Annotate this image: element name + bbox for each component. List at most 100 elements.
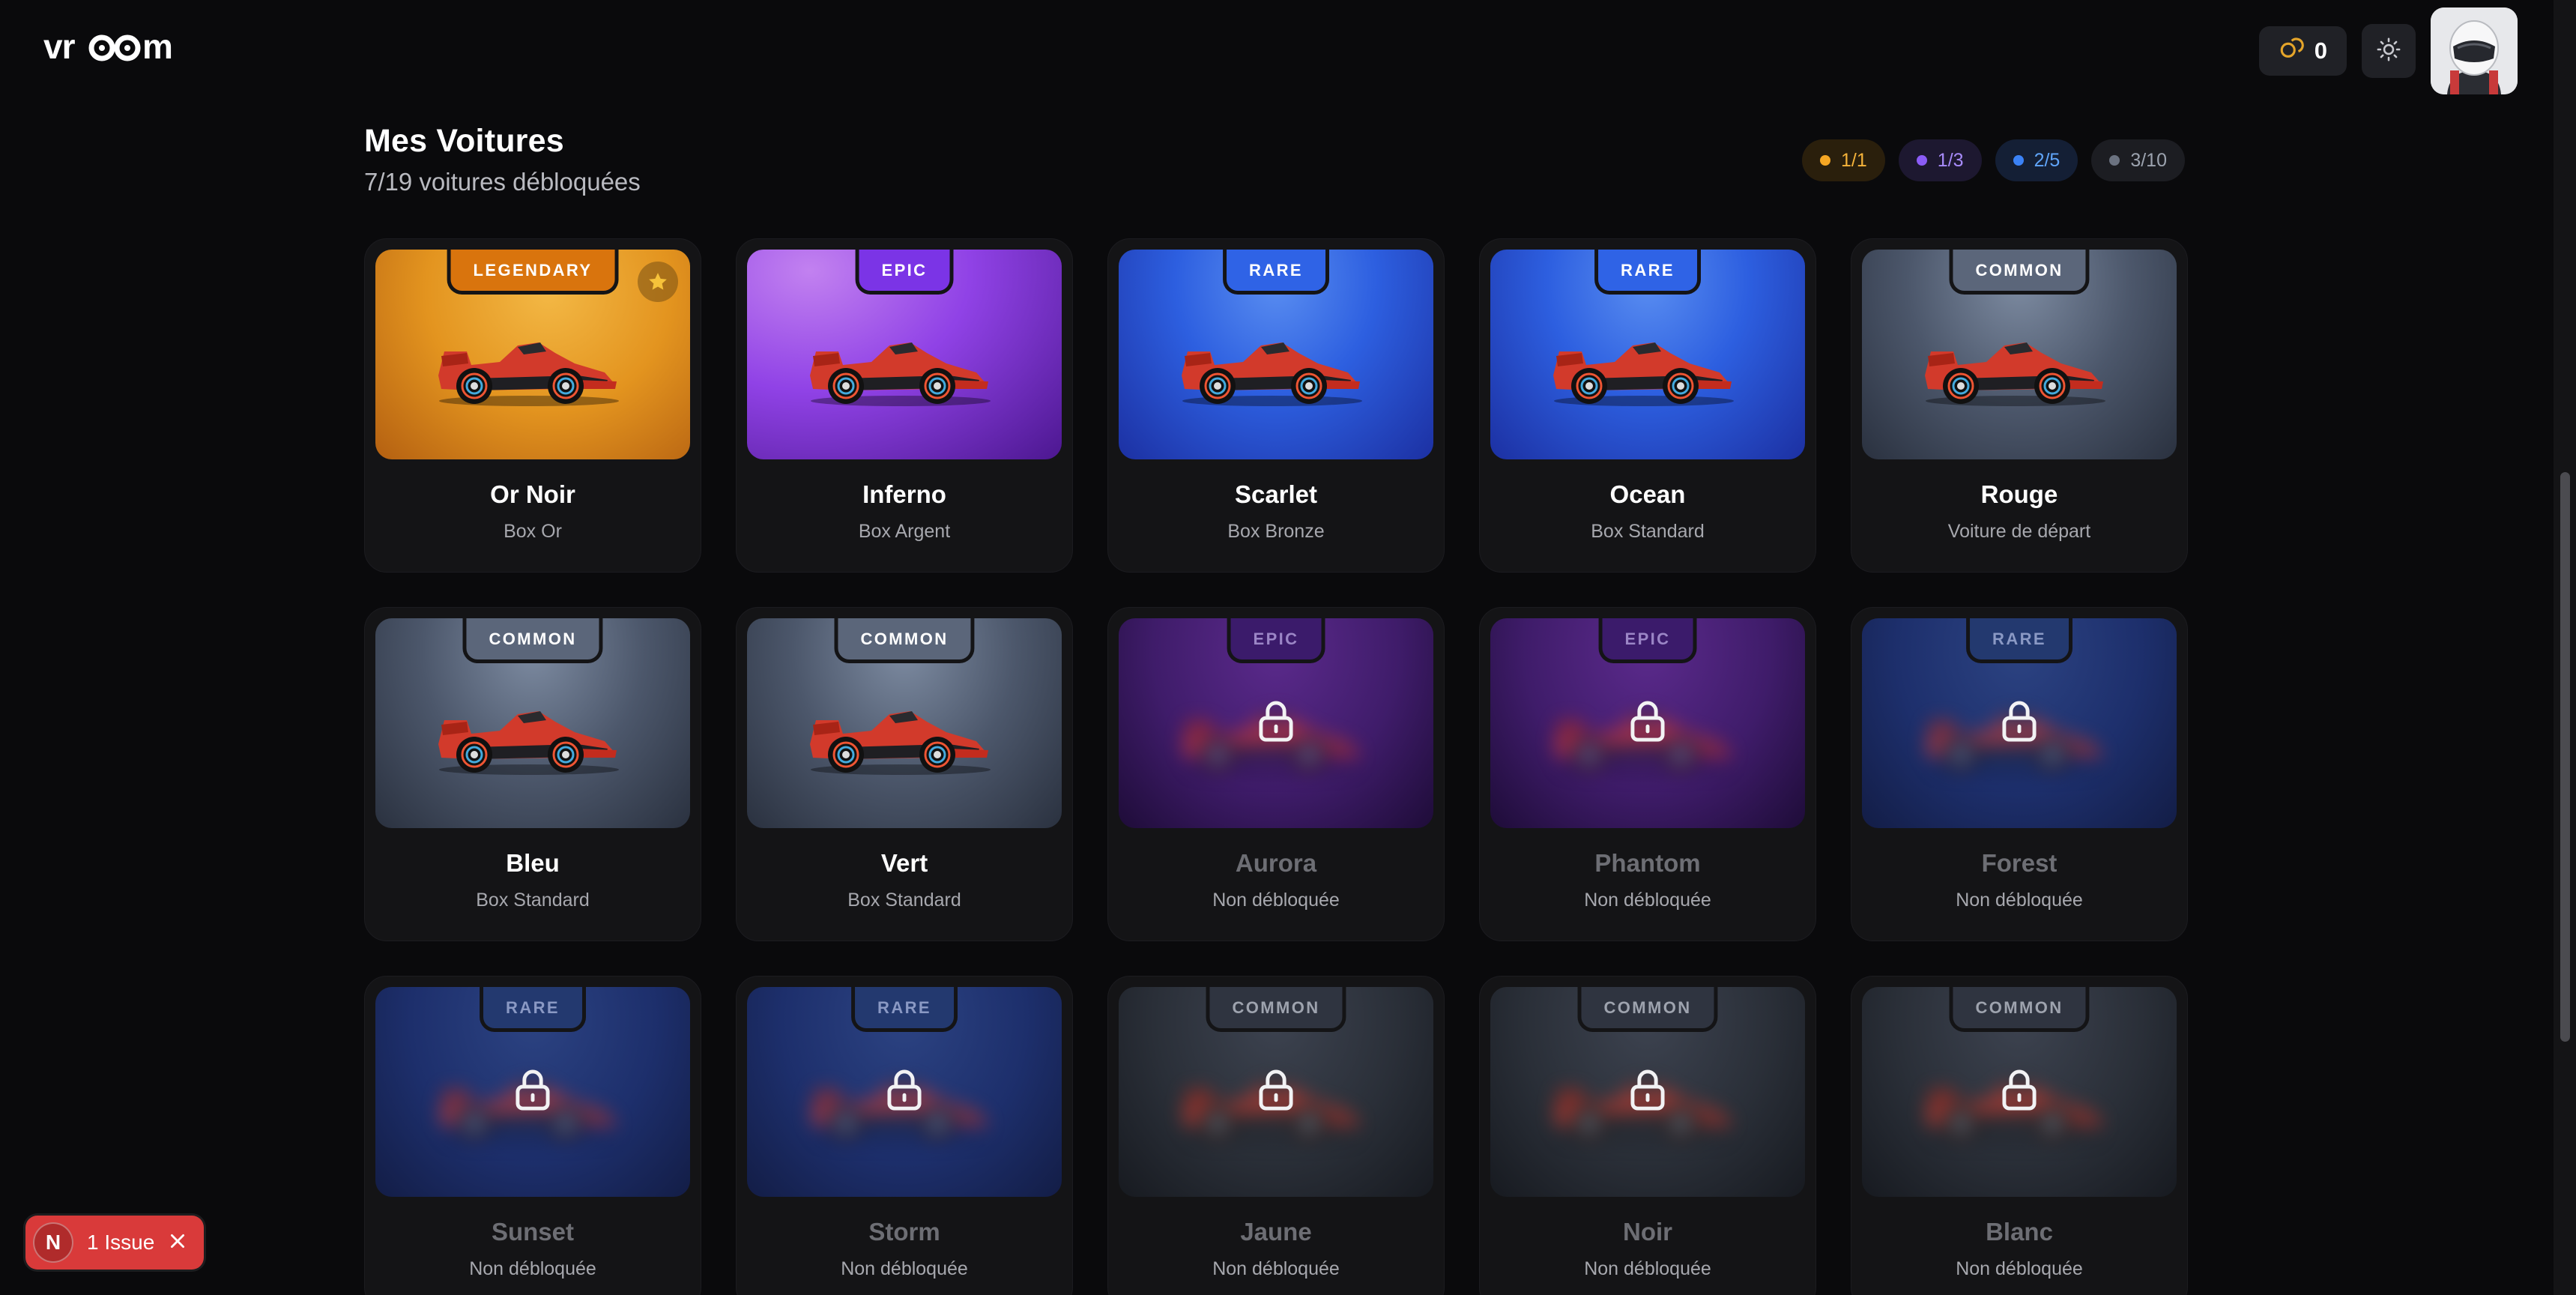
- rarity-tag: RARE: [1594, 250, 1701, 295]
- page: vr m 0 Mes Voitures 7/19 voitures débloq…: [0, 0, 2576, 1295]
- favorite-star-icon[interactable]: [638, 262, 678, 302]
- lock-icon: [1999, 1069, 2040, 1116]
- car-card[interactable]: COMMON Vert Box Standard: [736, 607, 1073, 941]
- car-name: Vert: [880, 849, 928, 877]
- rarity-dot: [1916, 155, 1927, 166]
- rarity-tag: COMMON: [1577, 987, 1718, 1032]
- lock-icon: [884, 1069, 925, 1116]
- race-car-icon: [428, 695, 624, 777]
- car-name: Rouge: [1980, 480, 2058, 508]
- car-image: COMMON: [1862, 987, 2177, 1197]
- car-card[interactable]: LEGENDARY Or Noir Box Or: [364, 238, 701, 573]
- car-source: Non débloquée: [841, 1258, 968, 1279]
- rarity-tag: RARE: [480, 987, 586, 1032]
- page-title: Mes Voitures: [364, 123, 564, 159]
- car-image: RARE: [375, 987, 690, 1197]
- lock-icon: [1627, 700, 1668, 747]
- car-source: Non débloquée: [1212, 1258, 1340, 1279]
- rarity-count-pill: 3/10: [2091, 139, 2185, 181]
- rarity-tag: RARE: [1966, 618, 2072, 663]
- rarity-tag: COMMON: [1206, 987, 1346, 1032]
- car-image: COMMON: [1490, 987, 1805, 1197]
- rarity-tag: RARE: [1223, 250, 1329, 295]
- car-name: Storm: [868, 1218, 940, 1246]
- car-card[interactable]: COMMON Blanc Non débloquée: [1851, 976, 2188, 1295]
- car-card[interactable]: RARE Storm Non débloquée: [736, 976, 1073, 1295]
- car-image: RARE: [1490, 250, 1805, 459]
- rarity-dot: [1820, 155, 1831, 166]
- car-image: EPIC: [747, 250, 1062, 459]
- vroom-logo[interactable]: vr m: [43, 27, 190, 68]
- rarity-tag: EPIC: [1227, 618, 1325, 663]
- car-card[interactable]: RARE Scarlet Box Bronze: [1107, 238, 1445, 573]
- car-image: RARE: [1862, 618, 2177, 828]
- sun-icon: [2376, 37, 2401, 66]
- car-card[interactable]: EPIC Inferno Box Argent: [736, 238, 1073, 573]
- rarity-count-pill: 2/5: [1995, 139, 2078, 181]
- car-card[interactable]: EPIC Phantom Non débloquée: [1479, 607, 1816, 941]
- lock-icon: [1256, 1069, 1296, 1116]
- rarity-tag: COMMON: [1949, 987, 2090, 1032]
- car-source: Voiture de départ: [1947, 521, 2091, 542]
- car-source: Non débloquée: [1212, 890, 1340, 911]
- car-source: Box Argent: [858, 521, 951, 542]
- car-card[interactable]: RARE Ocean Box Standard: [1479, 238, 1816, 573]
- scrollbar-thumb[interactable]: [2560, 472, 2570, 1042]
- car-image: COMMON: [1862, 250, 2177, 459]
- car-card[interactable]: RARE Sunset Non débloquée: [364, 976, 701, 1295]
- user-avatar[interactable]: [2431, 7, 2518, 94]
- car-source: Box Bronze: [1227, 521, 1325, 542]
- lock-icon: [1999, 700, 2040, 747]
- rarity-count-pill: 1/1: [1802, 139, 1885, 181]
- page-scrollbar[interactable]: [2554, 0, 2576, 1295]
- car-card[interactable]: RARE Forest Non débloquée: [1851, 607, 2188, 941]
- coins-counter[interactable]: 0: [2258, 26, 2347, 76]
- race-car-icon: [799, 695, 996, 777]
- nextjs-icon: N: [33, 1222, 73, 1263]
- car-image: RARE: [747, 987, 1062, 1197]
- car-name: Bleu: [506, 849, 560, 877]
- unlock-progress: 7/19 voitures débloquées: [364, 168, 641, 196]
- rarity-tag: COMMON: [462, 618, 603, 663]
- car-name: Noir: [1623, 1218, 1672, 1246]
- car-name: Blanc: [1986, 1218, 2053, 1246]
- car-image: EPIC: [1490, 618, 1805, 828]
- car-name: Scarlet: [1234, 480, 1318, 508]
- lock-icon: [1256, 700, 1296, 747]
- rarity-count-label: 1/3: [1937, 149, 1964, 171]
- car-card[interactable]: COMMON Jaune Non débloquée: [1107, 976, 1445, 1295]
- car-name: Forest: [1981, 849, 2058, 877]
- car-source: Non débloquée: [469, 1258, 596, 1279]
- rarity-tag: EPIC: [1598, 618, 1697, 663]
- rarity-dot: [2109, 155, 2120, 166]
- car-name: Sunset: [491, 1218, 575, 1246]
- car-source: Non débloquée: [1584, 1258, 1711, 1279]
- rarity-count-label: 3/10: [2130, 149, 2167, 171]
- car-name: Inferno: [862, 480, 946, 508]
- rarity-tag: LEGENDARY: [447, 250, 619, 295]
- close-icon[interactable]: [168, 1231, 187, 1255]
- car-image: LEGENDARY: [375, 250, 690, 459]
- car-source: Box Standard: [1591, 521, 1705, 542]
- car-card[interactable]: EPIC Aurora Non débloquée: [1107, 607, 1445, 941]
- lock-icon: [513, 1069, 553, 1116]
- theme-toggle-button[interactable]: [2362, 24, 2416, 78]
- car-card[interactable]: COMMON Noir Non débloquée: [1479, 976, 1816, 1295]
- car-source: Non débloquée: [1584, 890, 1711, 911]
- car-source: Box Standard: [847, 890, 961, 911]
- race-car-icon: [1914, 326, 2111, 408]
- car-card[interactable]: COMMON Rouge Voiture de départ: [1851, 238, 2188, 573]
- car-card[interactable]: COMMON Bleu Box Standard: [364, 607, 701, 941]
- car-source: Box Standard: [476, 890, 590, 911]
- car-grid: LEGENDARY Or Noir Box Or EPIC Inferno Bo…: [364, 238, 2188, 1295]
- issues-badge[interactable]: N 1 Issue: [25, 1216, 205, 1270]
- svg-text:m: m: [142, 30, 173, 64]
- rarity-tag: RARE: [851, 987, 958, 1032]
- rarity-tag: COMMON: [834, 618, 975, 663]
- rarity-count-pill: 1/3: [1898, 139, 1982, 181]
- car-source: Non débloquée: [1956, 890, 2083, 911]
- car-image: COMMON: [1119, 987, 1433, 1197]
- rarity-count-label: 2/5: [2034, 149, 2061, 171]
- rarity-counts: 1/1 1/3 2/5 3/10: [1802, 139, 2185, 181]
- car-source: Box Or: [504, 521, 562, 542]
